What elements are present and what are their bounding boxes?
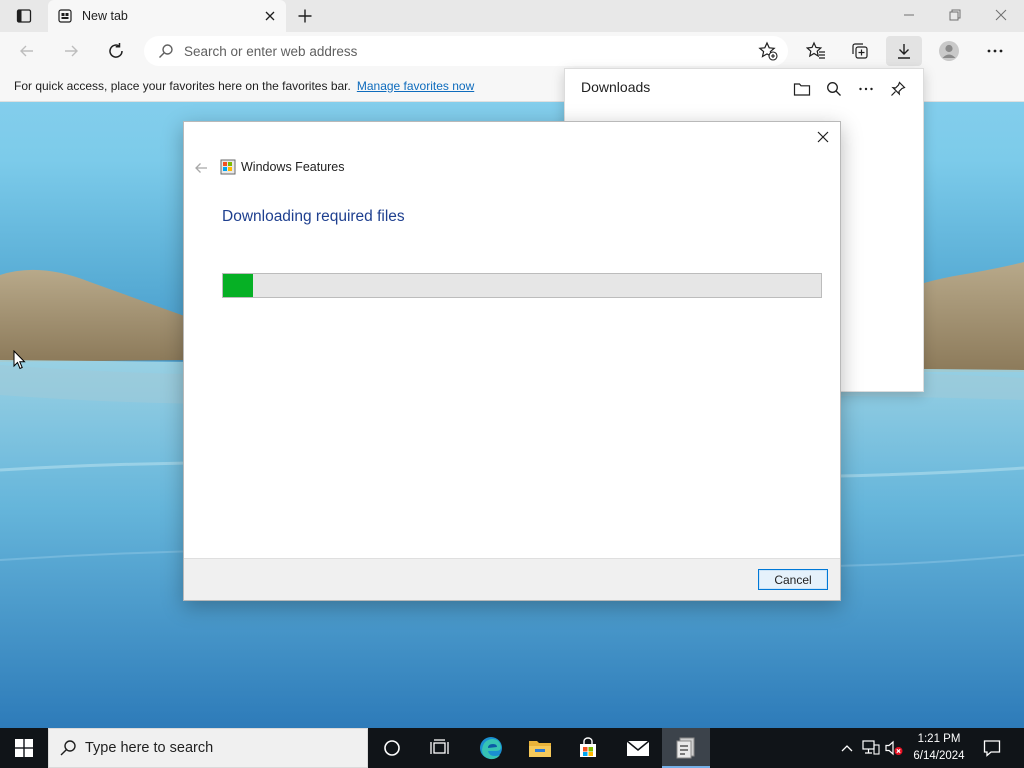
taskbar-file-explorer[interactable] — [516, 728, 564, 768]
taskbar-clock[interactable]: 1:21 PM 6/14/2024 — [904, 731, 974, 765]
clock-time: 1:21 PM — [917, 733, 961, 745]
pin-downloads-button[interactable] — [886, 77, 910, 101]
minimize-button[interactable] — [886, 0, 932, 30]
taskbar-windows-features[interactable] — [662, 728, 710, 768]
dialog-title: Windows Features — [241, 160, 345, 174]
pin-icon — [891, 81, 906, 96]
download-icon — [898, 44, 910, 59]
restore-icon — [949, 9, 961, 21]
chevron-up-icon — [841, 745, 853, 752]
taskbar-store[interactable] — [564, 728, 612, 768]
dialog-close-button[interactable] — [812, 126, 834, 148]
more-icon — [987, 49, 1003, 53]
favorites-icon — [806, 41, 825, 59]
more-icon — [859, 87, 873, 91]
collections-button[interactable] — [845, 36, 875, 66]
dialog-heading: Downloading required files — [222, 208, 405, 225]
task-view-button[interactable] — [416, 728, 464, 768]
clock-date: 6/14/2024 — [913, 750, 965, 762]
taskbar-search-box[interactable]: Type here to search — [48, 728, 368, 768]
dialog-footer: Cancel — [184, 558, 840, 600]
taskbar-mail[interactable] — [614, 728, 662, 768]
back-icon — [195, 163, 207, 173]
windows-start-icon — [15, 739, 33, 757]
windows-features-icon — [220, 159, 236, 175]
taskbar-edge[interactable] — [467, 728, 515, 768]
edge-icon — [480, 737, 502, 760]
browser-toolbar: Search or enter web address — [0, 32, 1024, 70]
close-icon — [995, 9, 1007, 21]
close-icon — [817, 131, 829, 143]
volume-button[interactable] — [885, 739, 903, 757]
collections-icon — [852, 43, 868, 59]
tab-strip: New tab — [0, 0, 1024, 32]
start-button[interactable] — [0, 728, 48, 768]
cortana-button[interactable] — [368, 728, 416, 768]
refresh-icon — [109, 43, 123, 58]
downloads-more-button[interactable] — [854, 77, 878, 101]
back-icon — [20, 45, 33, 57]
search-downloads-button[interactable] — [822, 77, 846, 101]
address-bar[interactable]: Search or enter web address — [144, 36, 788, 66]
volume-muted-icon — [885, 740, 903, 756]
mail-icon — [626, 740, 650, 756]
notifications-icon — [983, 740, 1001, 757]
address-input[interactable]: Search or enter web address — [184, 44, 357, 59]
tab-actions-button[interactable] — [8, 6, 40, 26]
forward-button[interactable] — [56, 36, 86, 66]
refresh-button[interactable] — [101, 36, 131, 66]
open-downloads-folder-button[interactable] — [790, 77, 814, 101]
progress-fill — [223, 274, 253, 297]
taskbar: Type here to search 1:21 PM 6/14/2024 — [0, 728, 1024, 768]
profile-icon — [939, 41, 959, 61]
downloads-button[interactable] — [886, 36, 922, 66]
file-explorer-icon — [529, 741, 551, 757]
close-icon[interactable] — [264, 10, 276, 22]
windows-features-icon — [676, 737, 695, 759]
favorites-bar-message: For quick access, place your favorites h… — [14, 78, 351, 93]
network-icon — [862, 740, 880, 755]
restore-button[interactable] — [932, 0, 978, 30]
folder-icon — [793, 83, 811, 96]
minimize-icon — [904, 14, 914, 16]
task-view-icon — [430, 739, 449, 754]
manage-favorites-link[interactable]: Manage favorites now — [357, 79, 474, 93]
favorites-button[interactable] — [801, 36, 831, 66]
search-icon — [159, 44, 173, 58]
taskbar-search-placeholder: Type here to search — [85, 740, 214, 756]
dialog-back-button[interactable] — [192, 160, 210, 176]
settings-more-button[interactable] — [980, 36, 1010, 66]
windows-features-dialog: Windows Features Downloading required fi… — [183, 121, 841, 601]
action-center-button[interactable] — [976, 728, 1008, 768]
search-icon — [827, 82, 841, 96]
tab-actions-icon — [16, 9, 32, 23]
mouse-cursor-icon — [13, 350, 26, 370]
downloads-title: Downloads — [581, 79, 651, 95]
add-favorite-button[interactable] — [753, 36, 783, 66]
back-button[interactable] — [12, 36, 42, 66]
show-hidden-icons-button[interactable] — [838, 739, 856, 757]
store-icon — [580, 737, 596, 757]
network-button[interactable] — [862, 739, 880, 757]
forward-icon — [65, 45, 78, 57]
cancel-button[interactable]: Cancel — [758, 569, 828, 590]
new-tab-page-icon — [58, 9, 72, 23]
tab-new-tab[interactable]: New tab — [48, 0, 286, 32]
tab-title: New tab — [82, 9, 128, 23]
search-icon — [60, 740, 76, 756]
download-progress-bar — [222, 273, 822, 298]
new-tab-button[interactable] — [292, 4, 318, 28]
profile-button[interactable] — [934, 36, 964, 66]
add-favorite-icon — [758, 41, 778, 61]
cortana-icon — [384, 740, 400, 756]
plus-icon — [298, 9, 312, 23]
window-close-button[interactable] — [978, 0, 1024, 30]
